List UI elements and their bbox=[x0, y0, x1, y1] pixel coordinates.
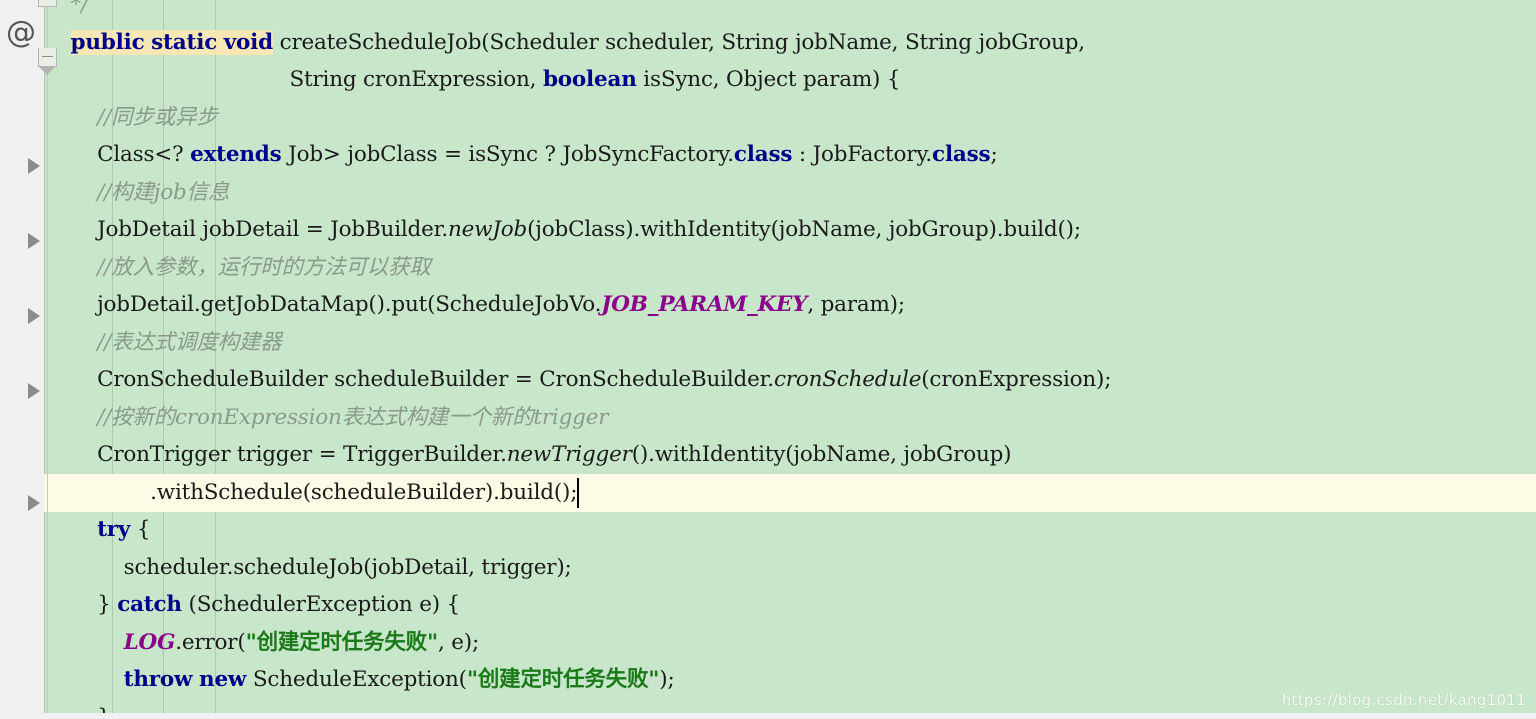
code-token: public bbox=[70, 29, 145, 55]
code-line[interactable]: jobDetail.getJobDataMap().put(ScheduleJo… bbox=[44, 286, 1536, 324]
code-token: scheduler.scheduleJob(jobDetail, trigger… bbox=[44, 554, 572, 580]
code-token: class bbox=[733, 142, 793, 167]
code-token: //放入参数，运行时的方法可以获取 bbox=[44, 254, 431, 280]
code-line[interactable]: JobDetail jobDetail = JobBuilder.newJob(… bbox=[44, 211, 1536, 249]
code-token: newJob bbox=[448, 217, 528, 242]
code-token: ; bbox=[990, 142, 998, 167]
code-line[interactable]: CronScheduleBuilder scheduleBuilder = Cr… bbox=[44, 361, 1536, 399]
fold-end-box[interactable] bbox=[38, 48, 57, 75]
code-line[interactable]: } catch (SchedulerException e) { bbox=[44, 586, 1536, 624]
code-token: Class<? bbox=[44, 142, 191, 167]
code-token: catch bbox=[117, 592, 182, 617]
annotation-at-icon: @ bbox=[6, 15, 36, 50]
code-token: CronScheduleBuilder scheduleBuilder = Cr… bbox=[44, 367, 774, 392]
code-token: //同步或异步 bbox=[44, 104, 218, 130]
code-line[interactable]: //同步或异步 bbox=[44, 99, 1536, 137]
code-token bbox=[217, 29, 224, 55]
code-token: LOG bbox=[123, 629, 176, 655]
code-editor-window: */ public static void createScheduleJob(… bbox=[0, 0, 1536, 719]
code-token: boolean bbox=[542, 67, 637, 92]
code-line[interactable]: public static void createScheduleJob(Sch… bbox=[44, 24, 1536, 62]
code-token: isSync, Object param) { bbox=[636, 67, 901, 92]
code-line[interactable]: String cronExpression, boolean isSync, O… bbox=[44, 61, 1536, 99]
code-line[interactable]: //放入参数，运行时的方法可以获取 bbox=[44, 249, 1536, 287]
code-token: JobDetail jobDetail = JobBuilder. bbox=[44, 217, 448, 242]
code-line[interactable]: Class<? extends Job> jobClass = isSync ?… bbox=[44, 136, 1536, 174]
code-token: (cronExpression); bbox=[921, 367, 1112, 392]
watermark-text: https://blog.csdn.net/kang1011 bbox=[1281, 691, 1526, 709]
code-token: .withSchedule(scheduleBuilder).build(); bbox=[44, 479, 578, 505]
code-token: class bbox=[932, 142, 991, 167]
fold-connector-line bbox=[47, 0, 48, 719]
code-token: createScheduleJob(Scheduler scheduler, S… bbox=[272, 29, 1086, 55]
code-line[interactable]: try { bbox=[44, 511, 1536, 549]
code-token: .error( bbox=[175, 629, 246, 655]
code-token: extends bbox=[190, 142, 282, 167]
code-token: ScheduleException( bbox=[246, 667, 467, 692]
code-token: //构建job信息 bbox=[44, 179, 230, 205]
code-token: ); bbox=[659, 667, 675, 692]
code-line[interactable]: CronTrigger trigger = TriggerBuilder.new… bbox=[44, 436, 1536, 474]
code-token: ().withIdentity(jobName, jobGroup) bbox=[631, 442, 1012, 467]
code-token: "创建定时任务失败" bbox=[245, 629, 439, 655]
code-token: //按新的cronExpression表达式构建一个新的trigger bbox=[44, 404, 609, 430]
code-token: JOB_PARAM_KEY bbox=[601, 292, 808, 317]
code-line[interactable]: //构建job信息 bbox=[44, 174, 1536, 212]
code-token: , e); bbox=[437, 629, 479, 655]
code-line[interactable]: //表达式调度构建器 bbox=[44, 324, 1536, 362]
text-caret bbox=[577, 477, 579, 508]
code-token: new bbox=[199, 667, 247, 692]
code-token: String cronExpression, bbox=[44, 67, 543, 92]
code-line[interactable]: */ bbox=[44, 0, 1536, 24]
code-line[interactable]: .withSchedule(scheduleBuilder).build(); bbox=[44, 474, 1536, 512]
code-token: jobDetail.getJobDataMap().put(ScheduleJo… bbox=[44, 292, 602, 317]
code-token: (SchedulerException e) { bbox=[181, 592, 461, 617]
code-token: */ bbox=[70, 0, 89, 17]
code-token: : JobFactory. bbox=[792, 142, 933, 167]
fold-collapse-box-top[interactable] bbox=[38, 0, 57, 7]
code-token: //表达式调度构建器 bbox=[44, 329, 282, 355]
code-token: CronTrigger trigger = TriggerBuilder. bbox=[44, 442, 507, 467]
bottom-strip bbox=[0, 713, 1536, 719]
code-token: Job> jobClass = isSync ? JobSyncFactory. bbox=[281, 142, 734, 167]
code-token: (jobClass).withIdentity(jobName, jobGrou… bbox=[527, 217, 1081, 242]
code-line[interactable]: scheduler.scheduleJob(jobDetail, trigger… bbox=[44, 549, 1536, 587]
code-token: void bbox=[223, 29, 273, 55]
code-token: newTrigger bbox=[506, 442, 632, 467]
code-line[interactable]: //按新的cronExpression表达式构建一个新的trigger bbox=[44, 399, 1536, 437]
code-token: "创建定时任务失败" bbox=[466, 667, 660, 692]
code-token: , param); bbox=[807, 292, 905, 317]
code-editor-canvas[interactable]: */ public static void createScheduleJob(… bbox=[44, 0, 1536, 719]
minus-icon bbox=[42, 56, 53, 57]
code-token: throw bbox=[123, 667, 193, 692]
code-token: static bbox=[151, 29, 218, 55]
code-token: { bbox=[130, 517, 151, 542]
code-token: cronSchedule bbox=[773, 367, 922, 392]
fold-column[interactable] bbox=[36, 0, 60, 719]
code-token: try bbox=[97, 517, 131, 542]
code-line[interactable]: LOG.error("创建定时任务失败", e); bbox=[44, 624, 1536, 662]
